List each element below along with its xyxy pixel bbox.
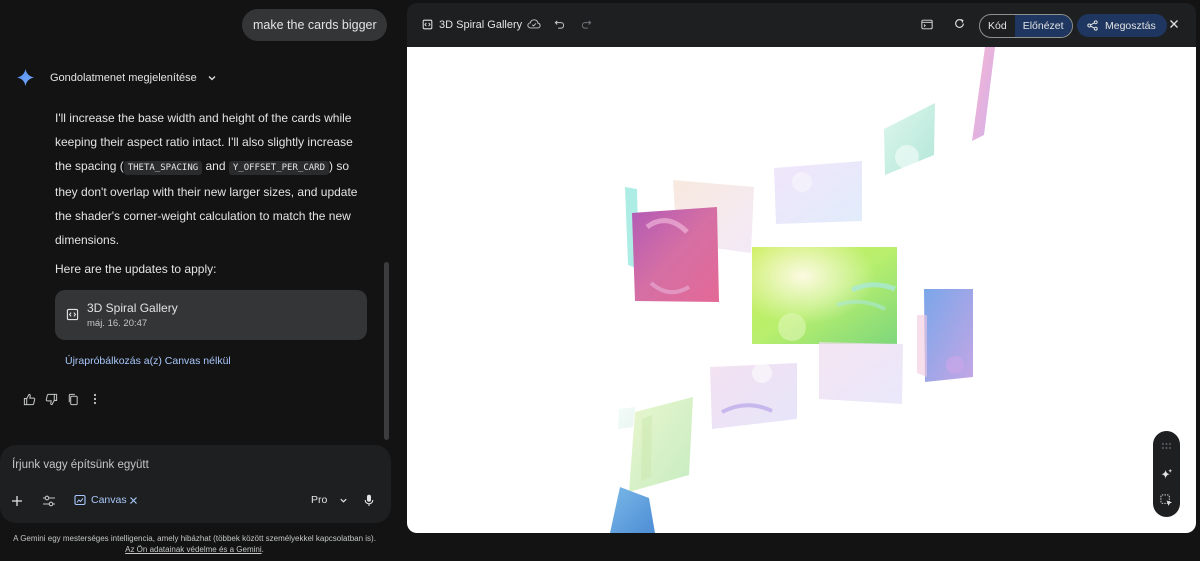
retry-without-canvas-link[interactable]: Újrapróbálkozás a(z) Canvas nélkül (65, 355, 231, 367)
code-preview-toggle: Kód Előnézet (979, 14, 1073, 38)
file-card-title: 3D Spiral Gallery (87, 301, 178, 315)
prompt-input-placeholder[interactable]: Írjunk vagy építsünk együtt (12, 459, 149, 471)
show-thinking-label: Gondolatmenet megjelenítése (50, 72, 197, 84)
canvas-tool-chip[interactable]: Canvas (74, 494, 127, 506)
redo-icon[interactable] (581, 19, 592, 30)
canvas-chip-label: Canvas (91, 494, 127, 506)
code-file-icon (66, 308, 79, 321)
privacy-link[interactable]: Az Ön adatainak védelme és a Gemini (125, 545, 262, 554)
canvas-toolbar: 3D Spiral Gallery Kód Előnézet Megosztás (407, 3, 1196, 47)
remove-canvas-close-icon[interactable] (129, 496, 138, 505)
tab-preview[interactable]: Előnézet (1014, 15, 1072, 37)
share-icon (1087, 20, 1098, 31)
spiral-gallery-render (610, 47, 995, 533)
select-element-icon[interactable] (1160, 494, 1173, 507)
code-file-icon (422, 19, 433, 30)
prompt-input-box[interactable]: Írjunk vagy építsünk együtt Canvas Pro (0, 445, 391, 523)
thumbs-down-icon[interactable] (44, 392, 58, 406)
disclaimer: A Gemini egy mesterséges intelligencia, … (0, 533, 389, 555)
undo-icon[interactable] (554, 19, 565, 30)
drag-handle-icon[interactable] (1160, 440, 1173, 453)
copy-icon[interactable] (66, 392, 80, 406)
canvas-file-card[interactable]: 3D Spiral Gallery máj. 16. 20:47 (55, 290, 367, 340)
model-response: I'll increase the base width and height … (55, 106, 365, 252)
thumbs-up-icon[interactable] (22, 392, 36, 406)
model-label: Pro (311, 494, 328, 506)
updates-text: Here are the updates to apply: (55, 262, 217, 276)
chevron-down-icon (339, 496, 348, 505)
tools-icon[interactable] (42, 495, 56, 507)
canvas-panel: 3D Spiral Gallery Kód Előnézet Megosztás (407, 3, 1196, 533)
code-theta-spacing: THETA_SPACING (123, 161, 203, 175)
microphone-icon[interactable] (364, 494, 374, 507)
file-card-timestamp: máj. 16. 20:47 (87, 318, 148, 329)
disclaimer-text: A Gemini egy mesterséges intelligencia, … (13, 534, 376, 543)
close-icon[interactable] (1169, 19, 1179, 29)
gemini-sparkle-icon (16, 68, 35, 87)
share-button[interactable]: Megosztás (1077, 14, 1167, 37)
response-paragraph: I'll increase the base width and height … (55, 111, 358, 247)
tab-code[interactable]: Kód (980, 15, 1015, 37)
model-selector[interactable]: Pro (311, 494, 348, 506)
user-message-bubble: make the cards bigger (242, 9, 387, 41)
ai-sparkle-icon[interactable] (1160, 468, 1173, 481)
canvas-preview[interactable] (407, 47, 1196, 533)
more-options-icon[interactable] (88, 392, 102, 406)
add-icon[interactable] (11, 495, 23, 507)
chevron-down-icon (207, 73, 217, 83)
cloud-saved-icon[interactable] (527, 18, 541, 30)
show-thinking-toggle[interactable]: Gondolatmenet megjelenítése (50, 70, 217, 86)
preview-side-toolbar (1153, 431, 1180, 517)
code-y-offset: Y_OFFSET_PER_CARD (228, 161, 329, 175)
refresh-icon[interactable] (954, 18, 965, 29)
response-actions (22, 392, 102, 406)
canvas-icon (74, 494, 86, 506)
canvas-title: 3D Spiral Gallery (439, 19, 523, 31)
chat-scrollbar[interactable] (384, 262, 389, 440)
share-label: Megosztás (1105, 19, 1156, 32)
console-icon[interactable] (921, 19, 933, 30)
